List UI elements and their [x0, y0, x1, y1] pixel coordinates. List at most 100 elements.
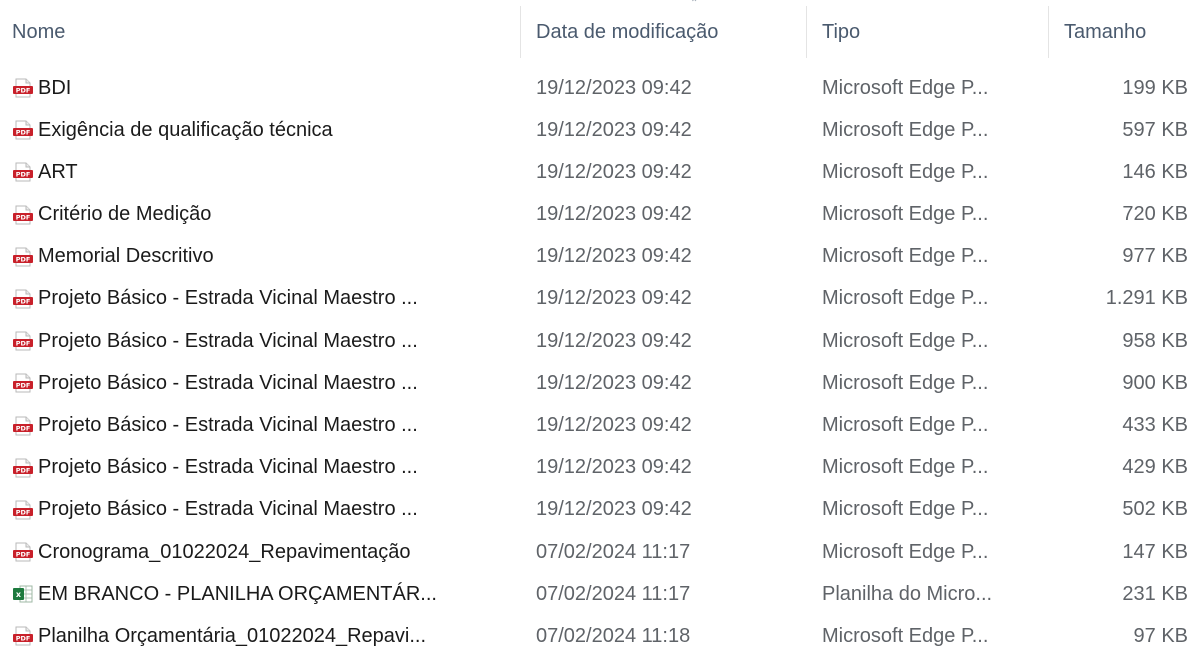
file-size: 429 KB — [1122, 456, 1188, 479]
file-type: Microsoft Edge P... — [822, 76, 989, 99]
file-type: Microsoft Edge P... — [822, 498, 989, 521]
file-size: 597 KB — [1122, 118, 1188, 141]
pdf-icon: PDF — [12, 77, 34, 99]
file-date: 19/12/2023 09:42 — [536, 287, 692, 310]
file-name: Planilha Orçamentária_01022024_Repavi... — [38, 624, 427, 647]
file-type: Microsoft Edge P... — [822, 540, 989, 563]
svg-text:PDF: PDF — [16, 382, 31, 390]
file-row[interactable]: PDF ART 19/12/2023 09:42 Microsoft Edge … — [0, 151, 1200, 193]
file-size: 977 KB — [1122, 245, 1188, 268]
file-size: 502 KB — [1122, 498, 1188, 521]
file-date: 19/12/2023 09:42 — [536, 456, 692, 479]
file-name: Cronograma_01022024_Repavimentação — [38, 540, 411, 563]
file-row[interactable]: PDF Memorial Descritivo 19/12/2023 09:42… — [0, 236, 1200, 278]
file-size: 146 KB — [1122, 160, 1188, 183]
pdf-icon: PDF — [12, 415, 34, 437]
column-header-date[interactable]: Data de modificação — [536, 0, 796, 64]
pdf-icon: PDF — [12, 204, 34, 226]
pdf-icon: PDF — [12, 288, 34, 310]
file-type: Microsoft Edge P... — [822, 414, 989, 436]
file-type: Microsoft Edge P... — [822, 118, 989, 141]
column-divider[interactable] — [1048, 6, 1049, 58]
svg-text:x: x — [16, 590, 22, 599]
file-name-cell[interactable]: PDF Projeto Básico - Estrada Vicinal Mae… — [12, 320, 418, 362]
file-row[interactable]: PDF Exigência de qualificação técnica 19… — [0, 109, 1200, 151]
file-list: PDF BDI 19/12/2023 09:42 Microsoft Edge … — [0, 67, 1200, 647]
svg-text:PDF: PDF — [16, 340, 31, 348]
file-name-cell[interactable]: PDF BDI — [12, 67, 71, 109]
column-divider[interactable] — [520, 6, 521, 58]
file-row[interactable]: PDF Projeto Básico - Estrada Vicinal Mae… — [0, 278, 1200, 320]
column-header-row: Nome ⌃ Data de modificação Tipo Tamanho — [0, 0, 1200, 64]
file-date: 07/02/2024 11:17 — [536, 540, 691, 563]
file-type: Microsoft Edge P... — [822, 203, 989, 226]
svg-text:PDF: PDF — [16, 298, 31, 306]
file-type: Microsoft Edge P... — [822, 456, 989, 479]
pdf-icon: PDF — [12, 499, 34, 521]
file-name-cell[interactable]: PDF Critério de Medição — [12, 194, 211, 236]
column-header-name[interactable]: Nome — [12, 0, 512, 64]
file-name-cell[interactable]: PDF Planilha Orçamentária_01022024_Repav… — [12, 615, 426, 647]
excel-icon: x — [12, 583, 34, 605]
file-date: 19/12/2023 09:42 — [536, 329, 692, 352]
file-name: Projeto Básico - Estrada Vicinal Maestro… — [38, 371, 418, 394]
file-date: 19/12/2023 09:42 — [536, 76, 692, 99]
file-size: 1.291 KB — [1105, 287, 1188, 310]
file-date: 19/12/2023 09:42 — [536, 371, 692, 394]
file-date: 19/12/2023 09:42 — [536, 160, 692, 183]
file-row[interactable]: PDF BDI 19/12/2023 09:42 Microsoft Edge … — [0, 67, 1200, 109]
file-type: Microsoft Edge P... — [822, 245, 989, 268]
file-name-cell[interactable]: PDF Projeto Básico - Estrada Vicinal Mae… — [12, 489, 418, 531]
file-date: 19/12/2023 09:42 — [536, 203, 692, 226]
file-name: Projeto Básico - Estrada Vicinal Maestro… — [38, 498, 418, 521]
column-divider[interactable] — [806, 6, 807, 58]
pdf-icon: PDF — [12, 625, 34, 647]
file-row[interactable]: PDF Projeto Básico - Estrada Vicinal Mae… — [0, 447, 1200, 489]
file-name-cell[interactable]: x EM BRANCO - PLANILHA ORÇAMENTÁR... — [12, 573, 437, 615]
file-row[interactable]: PDF Planilha Orçamentária_01022024_Repav… — [0, 615, 1200, 647]
svg-text:PDF: PDF — [16, 213, 31, 221]
file-name-cell[interactable]: PDF Projeto Básico - Estrada Vicinal Mae… — [12, 362, 418, 404]
file-name: Projeto Básico - Estrada Vicinal Maestro… — [38, 287, 418, 310]
file-size: 433 KB — [1122, 414, 1188, 436]
file-row[interactable]: PDF Critério de Medição 19/12/2023 09:42… — [0, 194, 1200, 236]
file-type: Microsoft Edge P... — [822, 371, 989, 394]
file-type: Microsoft Edge P... — [822, 287, 989, 310]
file-name-cell[interactable]: PDF Cronograma_01022024_Repavimentação — [12, 531, 410, 573]
file-name-cell[interactable]: PDF ART — [12, 151, 78, 193]
file-row[interactable]: PDF Cronograma_01022024_Repavimentação 0… — [0, 531, 1200, 573]
file-size: 231 KB — [1122, 582, 1188, 605]
column-header-size[interactable]: Tamanho — [1064, 0, 1188, 64]
file-date: 19/12/2023 09:42 — [536, 245, 692, 268]
file-row[interactable]: PDF Projeto Básico - Estrada Vicinal Mae… — [0, 362, 1200, 404]
pdf-icon: PDF — [12, 161, 34, 183]
file-date: 07/02/2024 11:18 — [536, 624, 691, 647]
file-row[interactable]: PDF Projeto Básico - Estrada Vicinal Mae… — [0, 405, 1200, 447]
file-row[interactable]: PDF Projeto Básico - Estrada Vicinal Mae… — [0, 320, 1200, 362]
file-name: Projeto Básico - Estrada Vicinal Maestro… — [38, 414, 418, 436]
file-date: 07/02/2024 11:17 — [536, 582, 691, 605]
file-name-cell[interactable]: PDF Projeto Básico - Estrada Vicinal Mae… — [12, 278, 418, 320]
file-type: Microsoft Edge P... — [822, 329, 989, 352]
file-explorer-details-view: Nome ⌃ Data de modificação Tipo Tamanho … — [0, 0, 1200, 647]
file-name-cell[interactable]: PDF Memorial Descritivo — [12, 236, 214, 278]
svg-text:PDF: PDF — [16, 129, 31, 137]
svg-text:PDF: PDF — [16, 255, 31, 263]
file-name: EM BRANCO - PLANILHA ORÇAMENTÁR... — [38, 582, 437, 605]
file-name-cell[interactable]: PDF Projeto Básico - Estrada Vicinal Mae… — [12, 447, 418, 489]
file-row[interactable]: x EM BRANCO - PLANILHA ORÇAMENTÁR... 07/… — [0, 573, 1200, 615]
file-name: Projeto Básico - Estrada Vicinal Maestro… — [38, 456, 418, 479]
file-name: Memorial Descritivo — [38, 245, 214, 268]
svg-text:PDF: PDF — [16, 551, 31, 559]
file-row[interactable]: PDF Projeto Básico - Estrada Vicinal Mae… — [0, 489, 1200, 531]
pdf-icon: PDF — [12, 457, 34, 479]
file-name-cell[interactable]: PDF Exigência de qualificação técnica — [12, 109, 333, 151]
pdf-icon: PDF — [12, 330, 34, 352]
file-date: 19/12/2023 09:42 — [536, 118, 692, 141]
column-header-type[interactable]: Tipo — [822, 0, 1032, 64]
svg-text:PDF: PDF — [16, 171, 31, 179]
file-date: 19/12/2023 09:42 — [536, 498, 692, 521]
file-name: ART — [38, 160, 78, 183]
file-name-cell[interactable]: PDF Projeto Básico - Estrada Vicinal Mae… — [12, 405, 418, 447]
file-size: 958 KB — [1122, 329, 1188, 352]
